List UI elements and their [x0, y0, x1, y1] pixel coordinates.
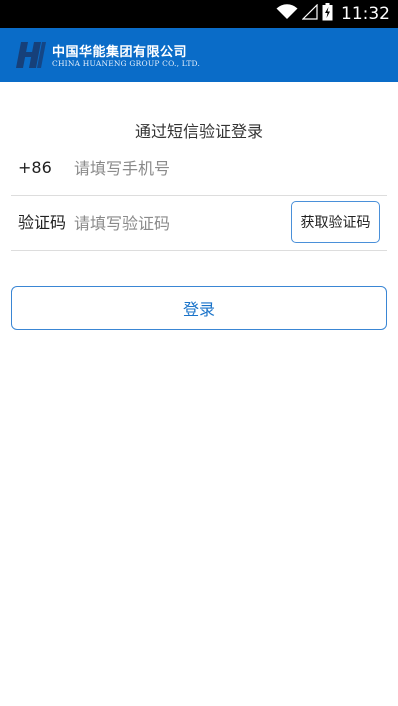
status-icons: 11:32 — [276, 0, 390, 28]
brand-name-chinese: 中国华能集团有限公司 — [52, 45, 188, 60]
wifi-icon — [276, 4, 298, 24]
battery-icon — [322, 3, 333, 25]
verification-code-label: 验证码 — [18, 213, 67, 232]
phone-number-input[interactable] — [74, 156, 364, 180]
app-header: 中国华能集团有限公司 CHINA HUANENG GROUP CO., LTD. — [0, 28, 398, 82]
huaneng-logo-icon — [15, 41, 47, 73]
signal-icon — [301, 3, 318, 24]
login-button[interactable]: 登录 — [11, 286, 387, 330]
brand-name-english: CHINA HUANENG GROUP CO., LTD. — [52, 59, 201, 68]
page-title: 通过短信验证登录 — [134, 122, 263, 141]
country-code-label: +86 — [18, 158, 52, 177]
status-time: 11:32 — [341, 4, 390, 24]
verification-code-input[interactable] — [74, 211, 274, 235]
verification-code-row: 验证码 获取验证码 — [11, 196, 387, 251]
phone-row: +86 — [11, 145, 387, 196]
get-code-button[interactable]: 获取验证码 — [291, 201, 380, 243]
status-bar: 11:32 — [0, 0, 398, 28]
